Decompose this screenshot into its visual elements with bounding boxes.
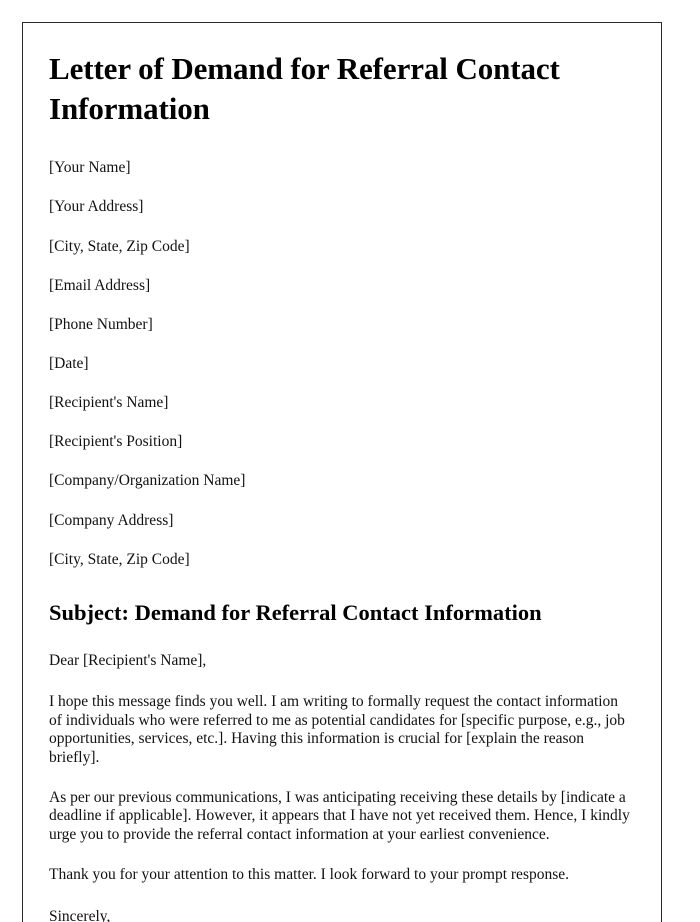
recipient-company-line: [Company/Organization Name] (49, 472, 246, 490)
document-body: Letter of Demand for Referral Contact In… (23, 23, 661, 922)
sender-name-line: [Your Name] (49, 159, 131, 177)
sender-address-line: [Your Address] (49, 198, 144, 216)
recipient-city-state-zip-line: [City, State, Zip Code] (49, 550, 190, 568)
document-page: Letter of Demand for Referral Contact In… (22, 22, 662, 922)
body-paragraph-3: Thank you for your attention to this mat… (49, 866, 570, 884)
page-title: Letter of Demand for Referral Contact In… (49, 51, 560, 126)
recipient-address-line: [Company Address] (49, 511, 174, 529)
sender-phone-line: [Phone Number] (49, 315, 153, 333)
body-paragraph-2: As per our previous communications, I wa… (49, 789, 630, 843)
subject-heading: Subject: Demand for Referral Contact Inf… (49, 599, 542, 625)
sender-city-state-zip-line: [City, State, Zip Code] (49, 237, 190, 255)
body-paragraph-1: I hope this message finds you well. I am… (49, 693, 625, 766)
date-line: [Date] (49, 355, 89, 373)
closing-line: Sincerely, (49, 907, 111, 922)
salutation-line: Dear [Recipient's Name], (49, 652, 207, 670)
recipient-name-line: [Recipient's Name] (49, 394, 169, 412)
sender-email-line: [Email Address] (49, 276, 151, 294)
recipient-position-line: [Recipient's Position] (49, 433, 183, 451)
